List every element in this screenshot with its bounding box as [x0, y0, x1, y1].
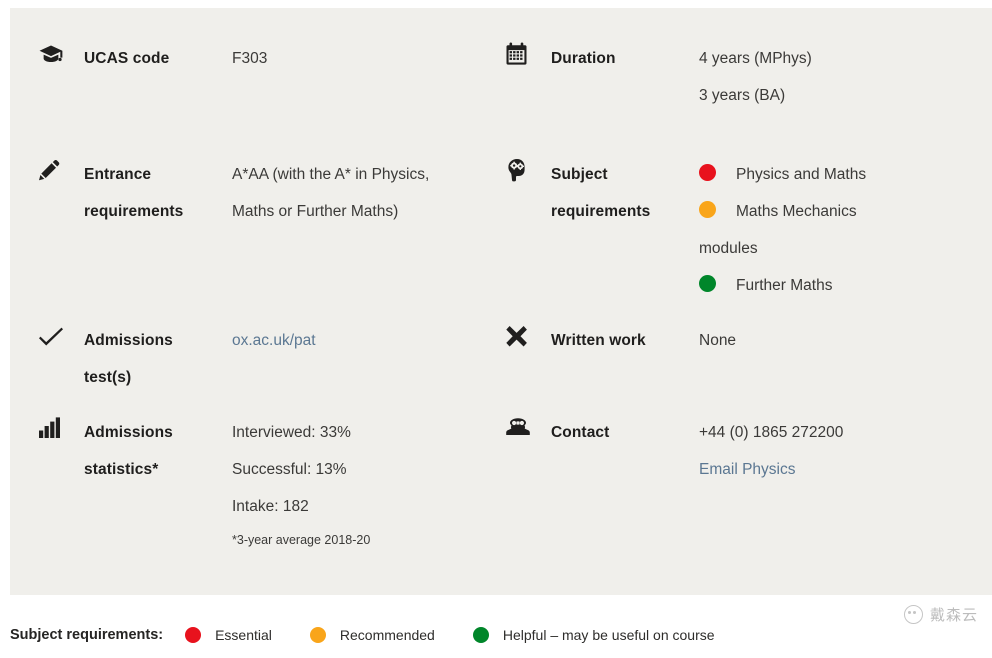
legend-item-helpful: Helpful – may be useful on course — [472, 627, 715, 643]
watermark-text: 戴森云 — [929, 606, 978, 624]
fact-admissions-tests: Admissions test(s) ox.ac.uk/pat — [38, 322, 498, 396]
statistic-interviewed: Interviewed: 33% — [232, 424, 351, 441]
subject-requirement-item: Further Maths — [699, 267, 866, 304]
fact-entrance-requirements: Entrance requirements A*AA (with the A* … — [38, 156, 498, 230]
requirement-text-modules: modules — [699, 240, 758, 257]
admissions-statistics-footnote: *3-year average 2018-20 — [232, 533, 371, 547]
legend-dot-recommended — [309, 627, 326, 643]
fact-label-entrance-requirements: Entrance requirements — [84, 156, 232, 230]
requirement-text-maths-mechanics: Maths Mechanics — [736, 203, 857, 220]
entrance-label-line2: requirements — [84, 203, 184, 220]
duration-value-ba: 3 years (BA) — [699, 87, 786, 104]
legend-label-recommended: Recommended — [339, 627, 435, 643]
subject-requirement-item: Physics and Maths — [699, 156, 866, 193]
subject-label-line1: Subject — [551, 166, 608, 183]
fact-duration: Duration 4 years (MPhys) 3 years (BA) — [505, 40, 975, 114]
entrance-value-line2: Maths or Further Maths) — [232, 203, 399, 220]
legend-dot-helpful — [472, 627, 489, 643]
watermark-logo-icon — [903, 605, 923, 624]
statistic-successful: Successful: 13% — [232, 461, 347, 478]
admissions-tests-label-line2: test(s) — [84, 369, 132, 386]
fact-label-ucas-code: UCAS code — [84, 50, 170, 67]
fact-label-contact: Contact — [551, 424, 610, 441]
cross-icon — [505, 322, 551, 349]
fact-value-written-work: None — [699, 322, 736, 359]
requirement-dot-recommended — [699, 201, 716, 218]
key-facts-panel: UCAS code F303 Duration 4 years (MPhys) … — [10, 8, 992, 595]
admissions-test-link[interactable]: ox.ac.uk/pat — [232, 332, 316, 349]
legend-label-helpful: Helpful – may be useful on course — [502, 627, 715, 643]
email-physics-link[interactable]: Email Physics — [699, 461, 795, 478]
fact-label-written-work: Written work — [551, 332, 646, 349]
requirement-dot-essential — [699, 164, 716, 181]
legend-dot-essential — [185, 627, 202, 643]
fact-label-admissions-statistics: Admissions statistics* — [84, 414, 232, 488]
fact-admissions-statistics: Admissions statistics* Interviewed: 33% … — [38, 414, 498, 555]
fact-value-ucas-code: F303 — [232, 40, 267, 77]
fact-label-duration: Duration — [551, 50, 616, 67]
subject-label-line2: requirements — [551, 203, 651, 220]
fact-value-contact: +44 (0) 1865 272200 Email Physics — [699, 414, 843, 488]
contact-phone-number: +44 (0) 1865 272200 — [699, 424, 844, 441]
calendar-icon — [505, 40, 551, 66]
bar-chart-icon — [38, 414, 84, 440]
admissions-statistics-label-line2: statistics* — [84, 461, 159, 478]
subject-requirement-item-continuation: modules — [699, 230, 866, 267]
telephone-icon — [505, 414, 551, 438]
statistic-intake: Intake: 182 — [232, 498, 309, 515]
admissions-tests-label-line1: Admissions — [84, 332, 173, 349]
fact-value-admissions-tests: ox.ac.uk/pat — [232, 322, 316, 359]
entrance-value-line1: A*AA (with the A* in Physics, — [232, 166, 430, 183]
fact-written-work: Written work None — [505, 322, 975, 359]
head-cogs-icon — [505, 156, 551, 184]
check-icon — [38, 322, 84, 350]
fact-subject-requirements: Subject requirements Physics and Maths M… — [505, 156, 985, 304]
key-facts-grid: UCAS code F303 Duration 4 years (MPhys) … — [10, 8, 992, 595]
fact-label-subject-requirements: Subject requirements — [551, 156, 699, 230]
fact-value-subject-requirements: Physics and Maths Maths Mechanics module… — [699, 156, 866, 304]
pencil-icon — [38, 156, 84, 182]
fact-contact: Contact +44 (0) 1865 272200 Email Physic… — [505, 414, 975, 488]
ucas-code-value: F303 — [232, 50, 268, 67]
fact-value-duration: 4 years (MPhys) 3 years (BA) — [699, 40, 812, 114]
watermark: 戴森云 — [903, 604, 978, 625]
fact-ucas-code: UCAS code F303 — [38, 40, 488, 77]
fact-value-admissions-statistics: Interviewed: 33% Successful: 13% Intake:… — [232, 414, 370, 555]
requirement-dot-helpful — [699, 275, 716, 292]
entrance-label-line1: Entrance — [84, 166, 152, 183]
requirement-text-further-maths: Further Maths — [736, 277, 833, 294]
written-work-value: None — [699, 332, 737, 349]
legend-item-recommended: Recommended — [309, 627, 435, 643]
duration-value-mphys: 4 years (MPhys) — [699, 50, 812, 67]
subject-requirement-item: Maths Mechanics — [699, 193, 866, 230]
graduation-cap-icon — [38, 40, 84, 68]
requirement-text-physics-and-maths: Physics and Maths — [736, 166, 867, 183]
fact-label-admissions-tests: Admissions test(s) — [84, 322, 232, 396]
legend-item-essential: Essential — [185, 627, 272, 643]
subject-requirements-legend: Subject requirements: Essential Recommen… — [10, 620, 753, 650]
admissions-statistics-label-line1: Admissions — [84, 424, 173, 441]
fact-value-entrance-requirements: A*AA (with the A* in Physics, Maths or F… — [232, 156, 429, 230]
legend-label-essential: Essential — [215, 627, 272, 643]
legend-title: Subject requirements: — [10, 627, 164, 643]
